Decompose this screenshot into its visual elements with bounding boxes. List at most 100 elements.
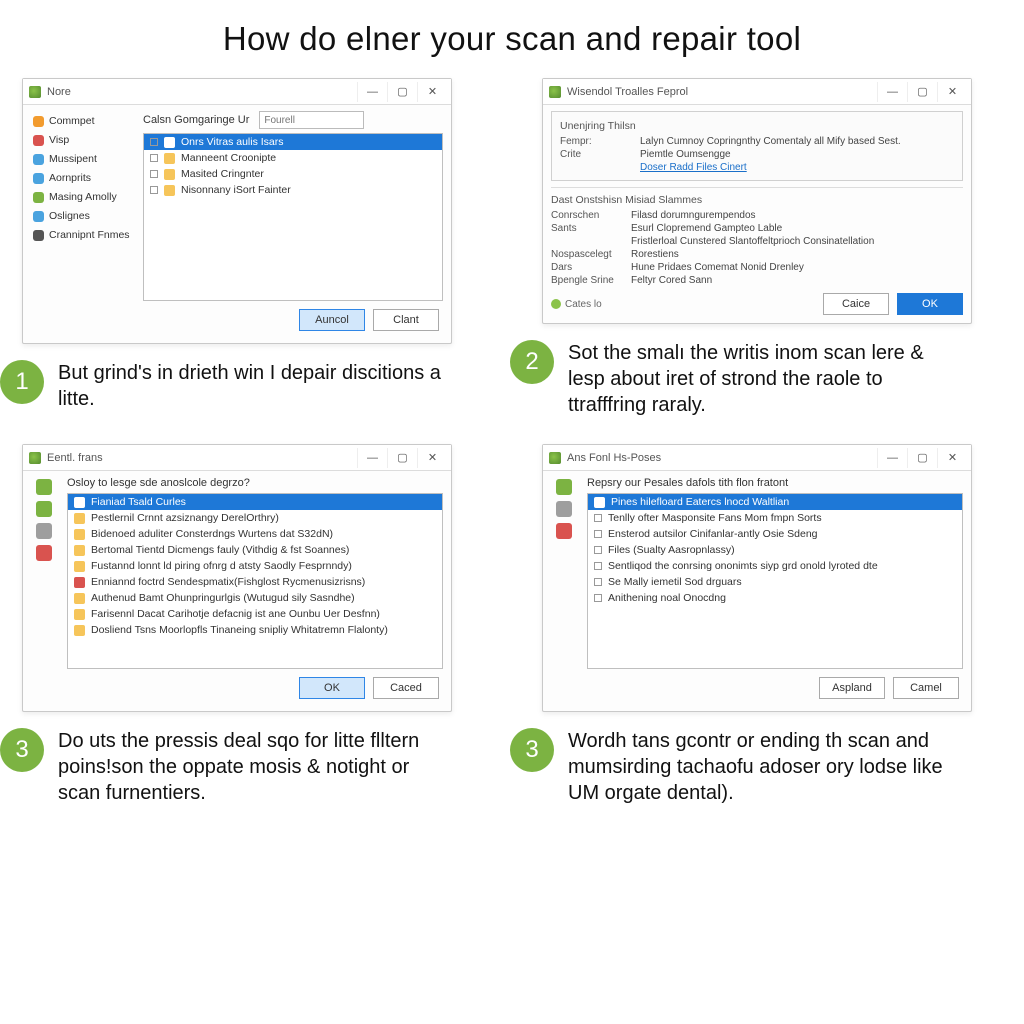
titlebar[interactable]: Ans Fonl Hs-Poses — ▢ ✕	[543, 445, 971, 471]
info-value: Fristlerloal Cunstered Slantoffeltprioch…	[631, 236, 874, 247]
info-label: Bpengle Srine	[551, 275, 623, 286]
ok-button[interactable]: Aspland	[819, 677, 885, 699]
sidebar-item[interactable]: Commpet	[31, 113, 133, 129]
list-item[interactable]: Ensterod autsilor Cinifanlar-antly Osie …	[588, 526, 962, 542]
list-item[interactable]: Bertomal Tientd Dicmengs fauly (Vithdig …	[68, 542, 442, 558]
sidebar-item[interactable]: Oslignes	[31, 208, 133, 224]
list-item-label: Sentliqod the conrsing ononimts siyp grd…	[608, 560, 878, 572]
expand-icon[interactable]	[150, 186, 158, 194]
list-item-label: Farisennl Dacat Carihotje defacnig ist a…	[91, 608, 380, 620]
link[interactable]: Doser Radd Files Cinert	[640, 162, 747, 173]
sidebar-item[interactable]: Crannipnt Fnmes	[31, 227, 133, 243]
prompt-label: Osloy to lesge sde anoslcole degrzo?	[67, 477, 250, 489]
list-item[interactable]: Fianiad Tsald Curles	[68, 494, 442, 510]
folder-icon	[33, 135, 44, 146]
close-button[interactable]: ✕	[937, 82, 967, 102]
close-button[interactable]: ✕	[417, 448, 447, 468]
checkbox-icon[interactable]	[594, 562, 602, 570]
checkbox-icon[interactable]	[594, 546, 602, 554]
list-item[interactable]: Enniannd foctrd Sendespmatix(Fishglost R…	[68, 574, 442, 590]
file-icon	[164, 153, 175, 164]
list-item[interactable]: Anithening noal Onocdng	[588, 590, 962, 606]
list-item[interactable]: Authenud Bamt Ohunpringurlgis (Wutugud s…	[68, 590, 442, 606]
ok-button[interactable]: OK	[299, 677, 365, 699]
sidebar-item-label: Commpet	[49, 115, 95, 127]
checkbox-icon[interactable]	[594, 514, 602, 522]
maximize-button[interactable]: ▢	[907, 82, 937, 102]
tool-icon[interactable]	[36, 501, 52, 517]
ok-button[interactable]: OK	[897, 293, 963, 315]
category-sidebar: Commpet Visp Mussipent Aornprits Masing …	[31, 111, 133, 335]
window-step1: Nore — ▢ ✕ Commpet Visp Mussipent Aornpr…	[22, 78, 452, 344]
ok-button[interactable]: Auncol	[299, 309, 365, 331]
app-icon	[549, 452, 561, 464]
checkbox-icon[interactable]	[594, 530, 602, 538]
cancel-button[interactable]: Caced	[373, 677, 439, 699]
minimize-button[interactable]: —	[357, 82, 387, 102]
cancel-button[interactable]: Camel	[893, 677, 959, 699]
window-title: Nore	[47, 86, 357, 98]
result-list[interactable]: Onrs Vitras aulis Isars Manneent Croonip…	[143, 133, 443, 301]
maximize-button[interactable]: ▢	[387, 448, 417, 468]
result-list[interactable]: Fianiad Tsald Curles Pestlernil Crnnt az…	[67, 493, 443, 669]
file-icon	[74, 513, 85, 524]
list-item[interactable]: Bidenoed aduliter Consterdngs Wurtens da…	[68, 526, 442, 542]
list-item[interactable]: Manneent Croonipte	[144, 150, 442, 166]
minimize-button[interactable]: —	[877, 448, 907, 468]
cancel-button[interactable]: Caice	[823, 293, 889, 315]
list-item-label: Fianiad Tsald Curles	[91, 496, 186, 508]
info-value: Rorestiens	[631, 249, 679, 260]
info-value: Esurl Clopremend Gampteo Lable	[631, 223, 782, 234]
result-list[interactable]: Pines hilefloard Eatercs lnocd Waltlian …	[587, 493, 963, 669]
list-item-label: Nisonnany iSort Fainter	[181, 184, 291, 196]
tool-icon[interactable]	[36, 523, 52, 539]
tool-icon[interactable]	[36, 479, 52, 495]
tool-icon[interactable]	[36, 545, 52, 561]
list-item[interactable]: Pines hilefloard Eatercs lnocd Waltlian	[588, 494, 962, 510]
list-item[interactable]: Nisonnany iSort Fainter	[144, 182, 442, 198]
step-badge: 1	[0, 360, 44, 404]
sidebar-item[interactable]: Mussipent	[31, 151, 133, 167]
list-item[interactable]: Tenlly ofter Masponsite Fans Mom fmpn So…	[588, 510, 962, 526]
step-caption: Wordh tans gcontr or ending th scan and …	[568, 728, 958, 806]
list-item-label: Masited Cringnter	[181, 168, 264, 180]
maximize-button[interactable]: ▢	[387, 82, 417, 102]
maximize-button[interactable]: ▢	[907, 448, 937, 468]
minimize-button[interactable]: —	[357, 448, 387, 468]
checkbox-icon[interactable]	[594, 578, 602, 586]
expand-icon[interactable]	[150, 154, 158, 162]
folder-icon	[33, 116, 44, 127]
list-item[interactable]: Farisennl Dacat Carihotje defacnig ist a…	[68, 606, 442, 622]
list-item[interactable]: Se Mally iemetil Sod drguars	[588, 574, 962, 590]
step-badge: 2	[510, 340, 554, 384]
close-button[interactable]: ✕	[417, 82, 447, 102]
info-label: Crite	[560, 149, 632, 160]
titlebar[interactable]: Nore — ▢ ✕	[23, 79, 451, 105]
close-button[interactable]: ✕	[937, 448, 967, 468]
app-icon	[29, 86, 41, 98]
list-item[interactable]: Files (Sualty Aasropnlassy)	[588, 542, 962, 558]
tool-icon[interactable]	[556, 501, 572, 517]
file-icon	[74, 625, 85, 636]
cancel-button[interactable]: Clant	[373, 309, 439, 331]
sidebar-item-label: Aornprits	[49, 172, 91, 184]
list-item[interactable]: Masited Cringnter	[144, 166, 442, 182]
list-item-label: Tenlly ofter Masponsite Fans Mom fmpn So…	[608, 512, 822, 524]
minimize-button[interactable]: —	[877, 82, 907, 102]
sidebar-item[interactable]: Visp	[31, 132, 133, 148]
list-item[interactable]: Dosliend Tsns Moorlopfls Tinaneing snipl…	[68, 622, 442, 638]
sidebar-item[interactable]: Masing Amolly	[31, 189, 133, 205]
expand-icon[interactable]	[150, 170, 158, 178]
list-item[interactable]: Sentliqod the conrsing ononimts siyp grd…	[588, 558, 962, 574]
checkbox-icon[interactable]	[594, 594, 602, 602]
titlebar[interactable]: Eentl. frans — ▢ ✕	[23, 445, 451, 471]
titlebar[interactable]: Wisendol Troalles Feprol — ▢ ✕	[543, 79, 971, 105]
tool-icon[interactable]	[556, 479, 572, 495]
sidebar-item[interactable]: Aornprits	[31, 170, 133, 186]
list-item[interactable]: Pestlernil Crnnt azsiznangy DerelOrthry)	[68, 510, 442, 526]
tool-icon[interactable]	[556, 523, 572, 539]
search-input[interactable]	[259, 111, 364, 129]
list-item[interactable]: Onrs Vitras aulis Isars	[144, 134, 442, 150]
checkbox-icon[interactable]	[150, 138, 158, 146]
list-item[interactable]: Fustannd lonnt ld piring ofnrg d atsty S…	[68, 558, 442, 574]
